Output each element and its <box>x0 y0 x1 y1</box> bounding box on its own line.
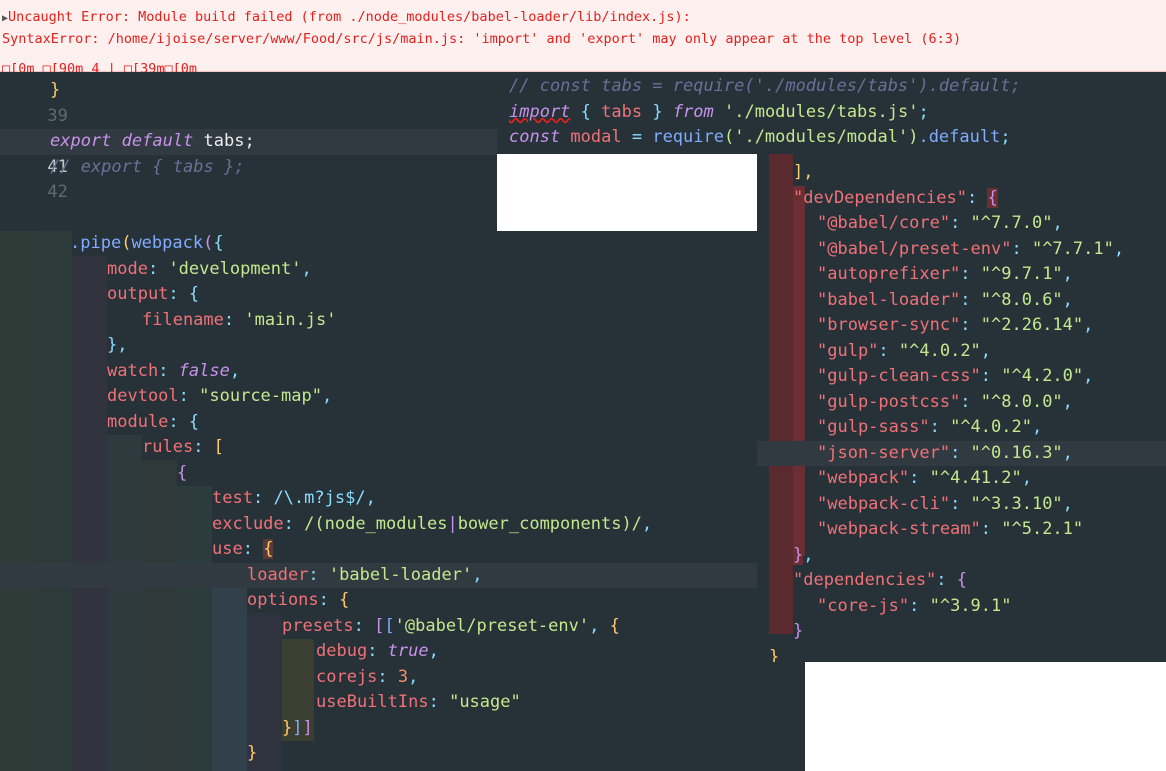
dep-line: "autoprefixer": "^9.7.1", <box>817 264 1073 284</box>
code-line: rules: [ <box>142 437 224 457</box>
comment: // export { tabs }; <box>50 156 245 177</box>
comment: // const tabs = require('./modules/tabs'… <box>509 76 1021 96</box>
dep-line: "webpack-cli": "^3.3.10", <box>817 493 1073 514</box>
code-line: presets: [['@babel/preset-env', { <box>282 615 620 636</box>
line-number: 42 <box>47 182 68 202</box>
dep-line-current: "json-server": "^0.16.3", <box>757 440 1166 466</box>
code-line: .pipe(webpack({ <box>70 233 224 253</box>
code-line: devtool: "source-map", <box>107 386 333 406</box>
code-line-const: const modal = require('./modules/modal')… <box>509 127 1011 147</box>
code-line-current: loader: 'babel-loader', <box>0 562 805 588</box>
keyword: export default <box>50 131 194 151</box>
code-line: debug: true, <box>316 641 439 661</box>
error-line-2: SyntaxError: /home/ijoise/server/www/Foo… <box>2 31 962 47</box>
error-line-1: ▶Uncaught Error: Module build failed (fr… <box>2 9 691 25</box>
code-line: } <box>769 646 780 663</box>
code-line: module: { <box>107 411 200 432</box>
code-line: ], <box>793 162 814 182</box>
code-line: output: { <box>107 284 200 304</box>
code-line: }, <box>107 335 128 355</box>
code-line: filename: 'main.js' <box>142 309 337 330</box>
code-line: 42 // export { tabs }; <box>0 155 497 203</box>
code-line: { <box>177 462 188 483</box>
dep-line: "browser-sync": "^2.26.14", <box>817 315 1094 335</box>
dep-line: "core-js": "^3.9.1" <box>817 595 1012 616</box>
code-line: watch: false, <box>107 360 241 381</box>
editor-panel-package-json: ], "devDependencies": { "@babel/core": "… <box>757 154 1166 662</box>
code-line: useBuiltIns: "usage" <box>316 692 521 712</box>
code-line: exclude: /(node_modules|bower_components… <box>212 513 653 534</box>
code-line: } <box>793 621 804 641</box>
code-line: corejs: 3, <box>316 666 419 687</box>
editor-panel-main-js: // const tabs = require('./modules/tabs'… <box>497 72 1166 154</box>
code-line: } <box>247 743 258 763</box>
code-line-current: 41 export default tabs; <box>0 129 497 177</box>
code-line: }]] <box>282 717 313 738</box>
code-line: "devDependencies": { <box>793 187 998 208</box>
dep-line: "webpack-stream": "^5.2.1" <box>817 519 1084 539</box>
editor-panel-gulpfile: .pipe(webpack({ mode: 'development', out… <box>0 231 805 771</box>
editor-panel-tabs-js: 39 } 40 41 export default tabs; 42 // ex… <box>0 72 497 231</box>
code-line: 40 <box>0 104 497 151</box>
code-line: }, <box>793 544 814 565</box>
dep-line: "webpack": "^4.41.2", <box>817 468 1032 488</box>
code-line: test: /\.m?js$/, <box>212 488 376 508</box>
error-banner: ▶Uncaught Error: Module build failed (fr… <box>0 0 1166 77</box>
code-line-import: import { tabs } from './modules/tabs.js'… <box>509 101 929 122</box>
dep-line: "gulp": "^4.0.2", <box>817 340 992 361</box>
dep-line: "gulp-postcss": "^8.0.0", <box>817 391 1073 412</box>
code-line: use: { <box>212 539 274 559</box>
dep-line: "gulp-sass": "^4.0.2", <box>817 417 1043 437</box>
code-line: "dependencies": { <box>793 570 968 590</box>
dep-line: "@babel/core": "^7.7.0", <box>817 213 1063 233</box>
code-line: 39 } <box>0 78 497 126</box>
code-line: mode: 'development', <box>107 258 312 279</box>
code-text: } <box>50 80 61 100</box>
code-line: options: { <box>247 590 350 610</box>
keyword-import: import <box>509 101 571 122</box>
code-text: tabs; <box>193 131 255 151</box>
dep-line: "@babel/preset-env": "^7.7.1", <box>817 238 1125 259</box>
dep-line: "babel-loader": "^8.0.6", <box>817 289 1073 310</box>
dep-line: "gulp-clean-css": "^4.2.0", <box>817 366 1094 386</box>
